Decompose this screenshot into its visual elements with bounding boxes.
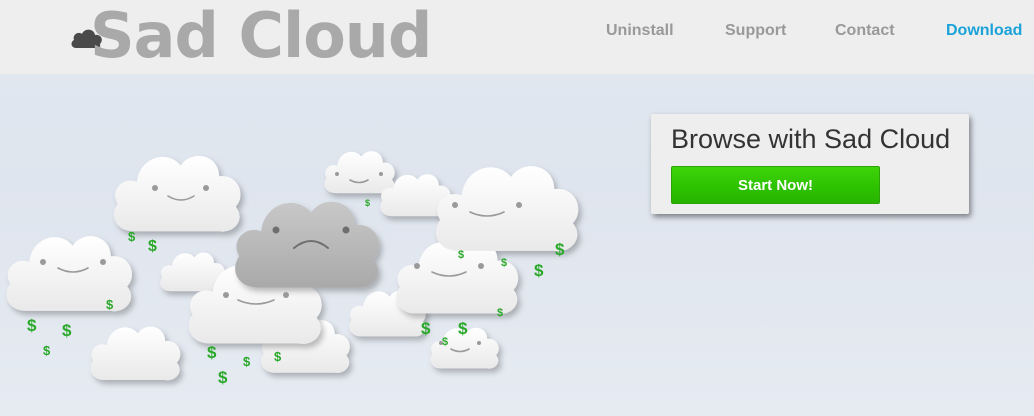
page: Sad Cloud Uninstall Support Contact Down… [0,0,1034,416]
dollar-sign-icon: $ [497,307,503,319]
dollar-sign-icon: $ [207,343,217,362]
promo-box: Browse with Sad Cloud Start Now! [651,114,969,214]
dollar-sign-icon: $ [27,316,37,335]
start-now-button[interactable]: Start Now! [671,166,880,204]
cloud-bottom-left [90,326,181,381]
dollar-sign-icon: $ [62,321,72,340]
dollar-sign-icon: $ [534,261,544,280]
cloud-top-left [113,155,241,232]
dollar-sign-icon: $ [218,368,228,387]
promo-title: Browse with Sad Cloud [671,124,951,154]
dollar-sign-icon: $ [458,319,468,338]
dollar-sign-icon: $ [148,238,157,255]
cloud-illustration: $ $ $ $ $ $ $ $ $ $ $ $ $ $ $ $ $ $ $ [6,151,579,387]
dollar-sign-icon: $ [555,240,565,259]
dollar-sign-icon: $ [106,297,114,312]
dollar-sign-icon: $ [274,349,282,364]
dollar-sign-icon: $ [243,354,251,369]
dollar-sign-icon: $ [501,257,507,269]
dollar-sign-icon: $ [128,229,136,244]
cloud-small-top [324,151,395,194]
dollar-sign-icon: $ [458,249,464,261]
dollar-sign-icon: $ [442,336,448,348]
dollar-sign-icon: $ [43,343,51,358]
sad-cloud [235,201,380,288]
dollar-sign-icon: $ [421,319,431,338]
nav-download[interactable]: Download [946,22,1022,40]
dollar-sign-icon: $ [365,198,370,208]
nav-contact[interactable]: Contact [835,22,895,40]
cloud-top-right [435,166,579,252]
nav-support[interactable]: Support [725,22,786,40]
